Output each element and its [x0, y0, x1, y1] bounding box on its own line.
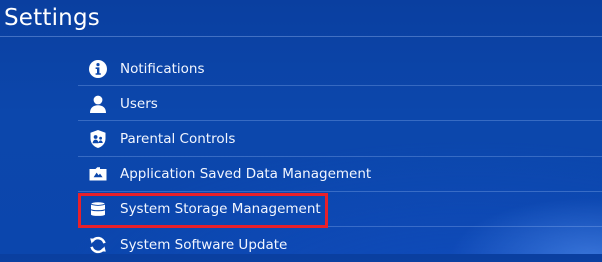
menu-item-users[interactable]: Users [78, 86, 602, 122]
info-icon [88, 59, 108, 79]
menu-item-label: Users [120, 95, 158, 112]
storage-icon [88, 199, 108, 219]
parental-controls-icon [88, 129, 108, 149]
menu-item-label: System Software Update [120, 236, 288, 253]
user-icon [88, 94, 108, 114]
page-title: Settings [4, 5, 100, 31]
menu-item-notifications[interactable]: Notifications [78, 51, 602, 87]
folder-icon [88, 164, 108, 184]
menu-item-label: Application Saved Data Management [120, 166, 372, 183]
menu-item-label: Parental Controls [120, 130, 236, 147]
menu-item-label: Notifications [120, 60, 205, 77]
title-divider [0, 36, 602, 37]
menu-item-label: System Storage Management [120, 201, 321, 218]
menu-item-system-software-update[interactable]: System Software Update [78, 227, 602, 262]
menu-item-system-storage[interactable]: System Storage Management [78, 192, 602, 227]
menu-item-parental-controls[interactable]: Parental Controls [78, 121, 602, 157]
settings-menu: Notifications Users Parental Controls Ap… [78, 51, 602, 262]
menu-item-app-saved-data[interactable]: Application Saved Data Management [78, 157, 602, 192]
update-icon [88, 235, 108, 255]
